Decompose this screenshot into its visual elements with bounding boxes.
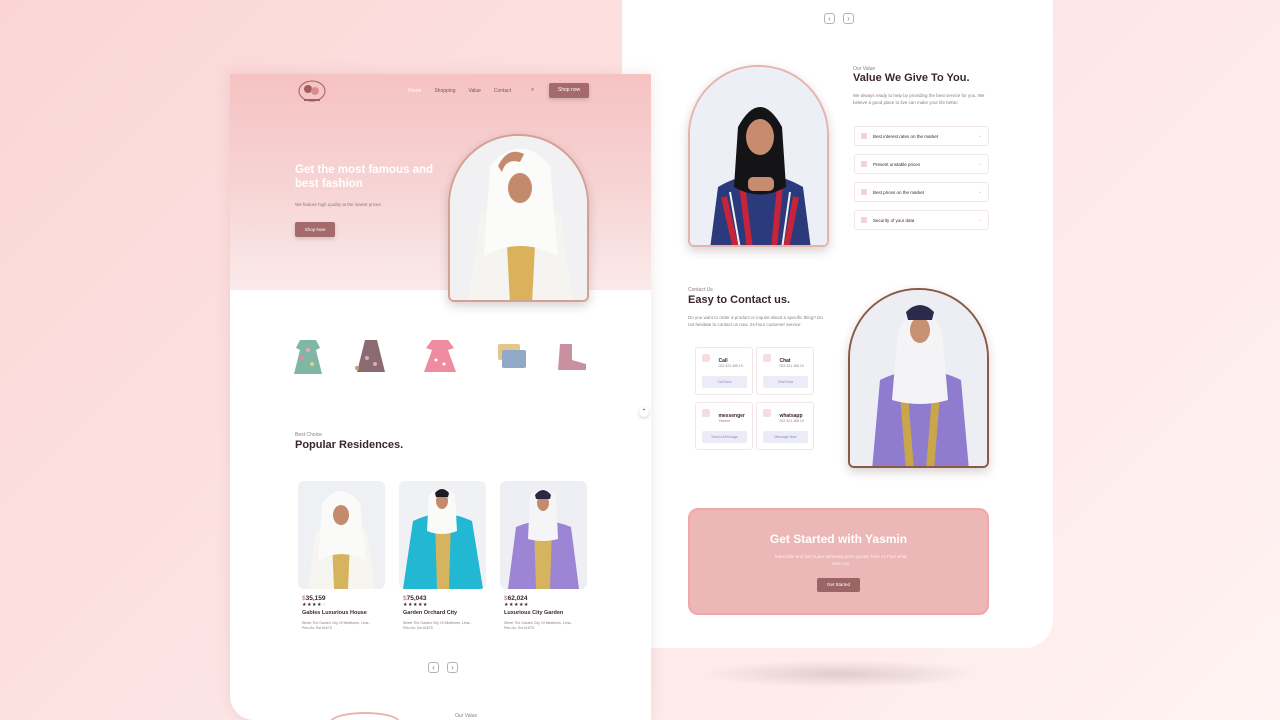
nav-contact[interactable]: Contact (494, 88, 511, 94)
floral-dress-thumbnail[interactable] (288, 336, 328, 376)
contact-title: Easy to Contact us. (688, 294, 791, 306)
arrow-right-icon[interactable]: › (843, 13, 854, 24)
chat-icon (763, 354, 771, 362)
contact-card-call: Call 022.321.165.19 Call Now (695, 347, 753, 395)
boot-thumbnail[interactable] (550, 336, 590, 376)
carousel-arrows-top: ‹ › (824, 13, 854, 24)
hero-subtitle: We feature high quality at the lowest pr… (295, 202, 381, 207)
arrow-right-icon[interactable]: › (447, 662, 458, 673)
contact-card-messenger: messenger Yasmin Send a Message (695, 402, 753, 450)
page-shadow (700, 660, 980, 688)
rating-stars: ★★★★★ (504, 602, 529, 608)
nav-shopping[interactable]: Shopping (434, 88, 455, 94)
price-value: 75,043 (406, 595, 427, 602)
rate-icon (861, 133, 867, 139)
value-desc: We always ready to help by providing the… (853, 93, 985, 105)
value-item-label: Security of your data (873, 217, 915, 223)
chevron-down-icon: ⌄ (977, 217, 982, 223)
value-item-prevent[interactable]: Prevent unstable prices ⌄ (854, 154, 989, 174)
listing-address: Street The Garden City Of Miraflores, Li… (302, 621, 371, 630)
search-icon[interactable]: ⌕ (531, 87, 534, 94)
nav-value[interactable]: Value (468, 88, 480, 94)
carousel-arrows-bottom: ‹ › (428, 662, 458, 673)
shield-icon (861, 161, 867, 167)
shop-now-nav-button[interactable]: Shop now (549, 83, 589, 98)
value-title: Value We Give To You. (853, 72, 970, 84)
messenger-icon (702, 409, 710, 417)
value-item-label: Prevent unstable prices (873, 161, 921, 167)
print-dress-thumbnail[interactable] (351, 336, 391, 376)
value-item-security[interactable]: Security of your data ⌄ (854, 210, 989, 230)
cta-title: Get Started with Yasmin (769, 532, 908, 546)
main-nav: Home Shopping Value Contact (408, 88, 511, 94)
arrow-left-icon[interactable]: ‹ (428, 662, 439, 673)
card-sub: 022.321.165.19 (779, 364, 804, 368)
chevron-down-icon: ⌄ (977, 161, 982, 167)
cta-desc: Subscribe and find super attractive pric… (774, 554, 907, 566)
listing-name: Gables Luxurious House (302, 610, 367, 616)
message-now-button[interactable]: Message Now (763, 431, 808, 443)
whatsapp-icon (763, 409, 771, 417)
listing-card[interactable]: $62,024 ★★★★★ Luxurious City Garden Stre… (500, 481, 587, 631)
contact-eyebrow: Contact Us (688, 287, 713, 293)
arrow-left-icon[interactable]: ‹ (824, 13, 835, 24)
cta-banner: Get Started with Yasmin Subscribe and fi… (688, 508, 989, 615)
hero-shop-now-button[interactable]: Shop Now (295, 222, 335, 237)
lock-icon (861, 217, 867, 223)
value-item-interest[interactable]: Best interest rates on the market ⌄ (854, 126, 989, 146)
listing-photo (399, 481, 486, 589)
get-started-button[interactable]: Get Started (817, 578, 860, 592)
value-item-label: Best prices on the market (873, 189, 925, 195)
price-value: 35,159 (305, 595, 326, 602)
rating-stars: ★★★★☆ (302, 602, 327, 608)
next-photo-arch (330, 712, 400, 720)
call-now-button[interactable]: Call Now (702, 376, 747, 388)
jeans-thumbnail[interactable] (490, 336, 530, 376)
phone-icon (702, 354, 710, 362)
contact-card-whatsapp: whatsapp 022.321.165.19 Message Now (756, 402, 814, 450)
listing-name: Garden Orchard City (403, 610, 458, 616)
chat-now-button[interactable]: Chat Now (763, 376, 808, 388)
value-item-label: Best interest rates on the market (873, 133, 939, 139)
card-sub: 022.321.165.19 (779, 419, 804, 423)
send-message-button[interactable]: Send a Message (702, 431, 747, 443)
pink-dress-thumbnail[interactable] (420, 336, 460, 376)
listing-photo (298, 481, 385, 589)
product-thumbnails (288, 336, 598, 386)
left-page: Home Shopping Value Contact ⌕ Shop now G… (230, 74, 651, 720)
section-title: Popular Residences. (295, 439, 404, 451)
listing-name: Luxurious City Garden (504, 610, 564, 616)
logo-icon[interactable] (298, 80, 326, 102)
section-eyebrow: Best Choice (295, 432, 322, 438)
value-photo (688, 65, 829, 247)
hero-title: Get the most famous and best fashion (295, 164, 434, 191)
listing-price: $62,024 (500, 595, 587, 602)
listing-price: $75,043 (399, 595, 486, 602)
listing-address: Street The Garden City Of Miraflores, Li… (403, 621, 472, 630)
scroll-up-icon[interactable]: ⌃ (639, 407, 649, 417)
contact-photo (848, 288, 989, 468)
nav-home[interactable]: Home (408, 88, 421, 94)
tag-icon (861, 189, 867, 195)
value-item-prices[interactable]: Best prices on the market ⌄ (854, 182, 989, 202)
price-value: 62,024 (507, 595, 528, 602)
listing-price: $35,159 (298, 595, 385, 602)
listing-photo (500, 481, 587, 589)
right-page: ‹ › Our Value Value We Give To You. We a… (622, 0, 1053, 648)
listing-card[interactable]: $75,043 ★★★★★ Garden Orchard City Street… (399, 481, 486, 631)
card-sub: Yasmin (718, 419, 730, 423)
contact-card-chat: Chat 022.321.165.19 Chat Now (756, 347, 814, 395)
listing-card[interactable]: $35,159 ★★★★☆ Gables Luxurious House Str… (298, 481, 385, 631)
chevron-down-icon: ⌄ (977, 133, 982, 139)
rating-stars: ★★★★★ (403, 602, 428, 608)
contact-desc: Do you want to order a product or inquir… (688, 315, 823, 327)
hero-photo (448, 134, 589, 302)
card-sub: 022.321.165.19 (718, 364, 743, 368)
listing-address: Street The Garden City Of Miraflores, Li… (504, 621, 573, 630)
chevron-down-icon: ⌄ (977, 189, 982, 195)
footer-eyebrow: Our Value (455, 713, 478, 719)
